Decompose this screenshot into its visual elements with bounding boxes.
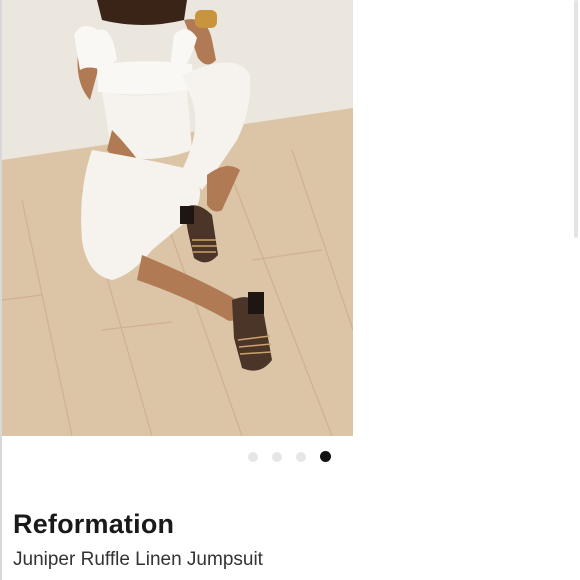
carousel-dot-4-active[interactable] <box>320 451 331 462</box>
product-title: Juniper Ruffle Linen Jumpsuit <box>13 549 263 570</box>
product-image[interactable] <box>2 0 353 436</box>
carousel-dot-2[interactable] <box>272 451 282 462</box>
brand-name[interactable]: Reformation <box>13 509 174 540</box>
carousel-indicator <box>248 451 331 462</box>
carousel-dot-1[interactable] <box>248 451 258 462</box>
carousel-dot-3[interactable] <box>296 451 306 462</box>
scrollbar[interactable] <box>574 0 578 238</box>
product-photo-illustration <box>2 0 353 436</box>
